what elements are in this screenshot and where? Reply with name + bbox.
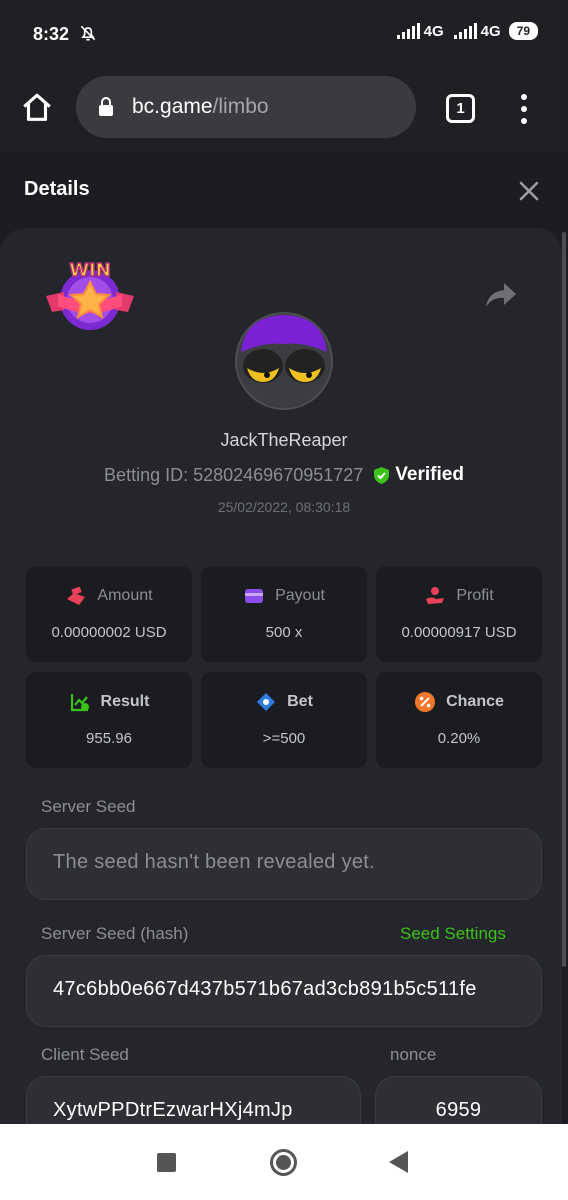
stat-value: 0.20% — [437, 730, 481, 747]
bell-off-icon — [80, 25, 96, 41]
stat-result: Result 955.96 — [26, 672, 192, 768]
network-label: 4G — [423, 22, 444, 40]
seed-settings-link[interactable]: Seed Settings — [400, 924, 506, 944]
stat-value: 0.00000917 USD — [401, 624, 517, 641]
stat-value: 500 x — [265, 624, 303, 641]
android-nav-bar — [0, 1124, 568, 1200]
stat-label: Payout — [275, 587, 325, 604]
status-bar: 8:32 4G 4G 79 — [0, 0, 568, 64]
chart-check-icon — [70, 694, 89, 712]
money-hand-icon — [67, 586, 86, 605]
tabs-icon[interactable]: 1 — [446, 94, 475, 123]
coin-hand-icon — [426, 587, 445, 604]
recents-icon[interactable] — [157, 1153, 176, 1172]
stat-label: Profit — [456, 587, 494, 604]
network-label: 4G — [480, 22, 501, 40]
betting-id-row: Betting ID: 52802469670951727 Verified — [0, 464, 562, 486]
stat-value: 0.00000002 USD — [51, 624, 167, 641]
shield-check-icon — [374, 466, 390, 484]
win-badge-icon: WIN — [46, 259, 134, 330]
close-icon[interactable] — [516, 178, 542, 204]
tag-icon — [257, 693, 276, 711]
verified-badge: Verified — [373, 464, 464, 486]
bet-date: 25/02/2022, 08:30:18 — [217, 499, 351, 515]
server-seed-label: Server Seed — [41, 797, 136, 816]
client-seed-field[interactable]: XytwPPDtrEzwarHXj4mJp — [26, 1076, 361, 1128]
share-icon[interactable] — [484, 280, 518, 310]
server-seed-value: The seed hasn't been revealed yet. — [53, 851, 376, 873]
stat-profit: Profit 0.00000917 USD — [376, 566, 542, 662]
signal-icon — [453, 23, 477, 39]
scrollbar[interactable] — [562, 232, 566, 967]
stat-value: 955.96 — [86, 730, 132, 747]
battery-icon: 79 — [508, 22, 538, 40]
stat-label: Amount — [97, 587, 153, 604]
stat-label: Bet — [287, 693, 313, 710]
stat-label: Chance — [446, 693, 504, 710]
client-seed-value: XytwPPDtrEzwarHXj4mJp — [53, 1099, 293, 1121]
client-seed-label: Client Seed — [41, 1045, 129, 1064]
stat-amount: Amount 0.00000002 USD — [26, 566, 192, 662]
url-path: /limbo — [212, 95, 269, 118]
status-time: 8:32 — [33, 24, 70, 44]
nonce-field[interactable]: 6959 — [375, 1076, 542, 1128]
betting-id-label: Betting ID: — [104, 464, 189, 485]
browser-toolbar: bc.game/limbo 1 — [0, 64, 568, 152]
verified-label: Verified — [395, 464, 464, 485]
server-hash-label: Server Seed (hash) — [41, 924, 189, 943]
more-vertical-icon[interactable] — [516, 94, 532, 124]
back-icon[interactable] — [389, 1151, 408, 1173]
signal-icon — [396, 23, 420, 39]
win-badge-text: WIN — [69, 260, 111, 281]
stat-bet: Bet >=500 — [201, 672, 367, 768]
percent-icon — [415, 692, 436, 712]
details-header: Details — [0, 152, 568, 228]
home-nav-icon[interactable] — [270, 1149, 297, 1176]
server-hash-field[interactable]: 47c6bb0e667d437b571b67ad3cb891b5c511fe — [26, 955, 542, 1027]
avatar — [235, 312, 333, 410]
server-seed-field: The seed hasn't been revealed yet. — [26, 828, 542, 900]
stat-label: Result — [100, 693, 150, 710]
server-hash-value: 47c6bb0e667d437b571b67ad3cb891b5c511fe — [53, 978, 477, 1000]
url-domain: bc.game — [132, 95, 213, 118]
wallet-card-icon — [245, 589, 264, 603]
lock-icon — [99, 97, 113, 116]
stat-value: >=500 — [262, 730, 306, 747]
url-text[interactable]: bc.game/limbo — [132, 95, 269, 119]
stat-chance: Chance 0.20% — [376, 672, 542, 768]
details-title: Details — [24, 178, 90, 200]
bet-details-card: WIN JackTheReaper Betting ID: 5280246967… — [0, 228, 562, 1128]
home-icon[interactable] — [20, 91, 54, 125]
status-indicators: 4G 4G 79 — [396, 22, 538, 40]
username: JackTheReaper — [220, 430, 348, 450]
nonce-value: 6959 — [435, 1099, 482, 1121]
url-bar[interactable]: bc.game/limbo — [76, 76, 416, 138]
nonce-label: nonce — [390, 1045, 437, 1064]
stat-payout: Payout 500 x — [201, 566, 367, 662]
betting-id-value: 52802469670951727 — [193, 464, 364, 485]
